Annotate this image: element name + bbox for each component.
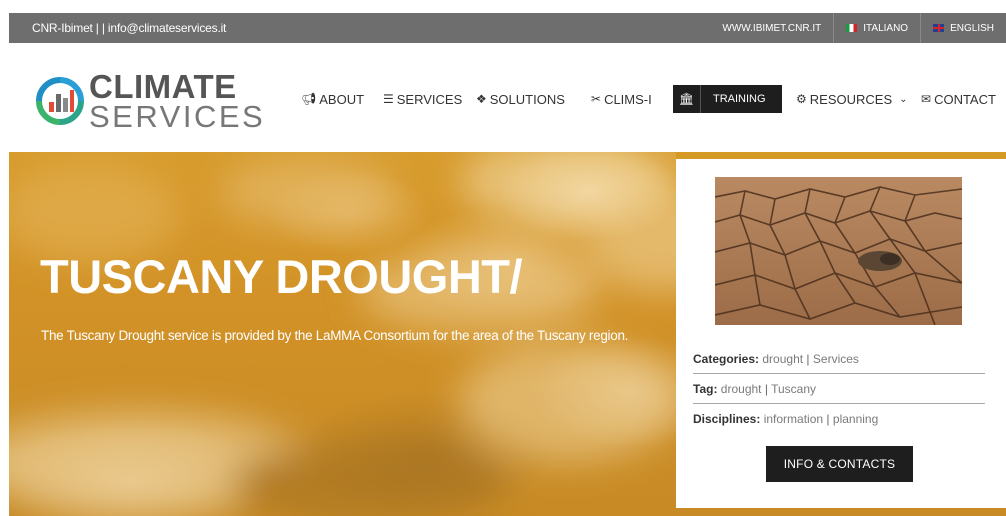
contact-info[interactable]: CNR-Ibimet | | info@climateservices.it (32, 13, 226, 43)
university-icon: 🏛︎ (673, 85, 701, 113)
tag-label: Tag: (693, 382, 718, 396)
nav-resources-label: RESOURCES (809, 91, 893, 107)
page-subtitle: The Tuscany Drought service is provided … (41, 328, 629, 343)
disciplines-label: Disciplines: (693, 412, 761, 426)
top-links: WWW.IBIMET.CNR.IT ITALIANO ENGLISH (710, 13, 1006, 43)
separator: | (826, 412, 830, 426)
nav-about[interactable]: 📢︎ ABOUT (301, 85, 364, 113)
language-english-label: ENGLISH (950, 22, 994, 34)
separator: | (764, 382, 768, 396)
tag-link-tuscany[interactable]: Tuscany (771, 382, 816, 396)
separator: | (806, 352, 810, 366)
categories-label: Categories: (693, 352, 760, 366)
gamepad-icon: ⚙ (796, 92, 807, 106)
tag-link-drought[interactable]: drought (721, 382, 762, 396)
discipline-link-information[interactable]: information (764, 412, 823, 426)
page-title: TUSCANY DROUGHT/ (40, 250, 523, 303)
service-info-card: Categories: drought | Services Tag: drou… (676, 152, 1006, 508)
main-nav: 📢︎ ABOUT ☰ SERVICES ❖ SOLUTIONS ✂ CLIMS-… (9, 85, 1006, 113)
ibimet-link[interactable]: WWW.IBIMET.CNR.IT (710, 13, 833, 43)
divider (693, 373, 985, 374)
discipline-link-planning[interactable]: planning (833, 412, 878, 426)
disciplines-row: Disciplines: information | planning (693, 412, 985, 426)
site-header: CLIMATE SERVICES 📢︎ ABOUT ☰ SERVICES ❖ S… (9, 43, 1006, 152)
nav-training-label: TRAINING (713, 93, 766, 105)
ibimet-link-label: WWW.IBIMET.CNR.IT (722, 22, 822, 34)
italy-flag-icon (846, 24, 858, 32)
nav-clims[interactable]: ✂ CLIMS-I (591, 85, 652, 113)
top-bar: CNR-Ibimet | | info@climateservices.it W… (9, 13, 1006, 43)
nav-resources[interactable]: ⚙ RESOURCES ⌄ (796, 85, 908, 113)
category-link-drought[interactable]: drought (762, 352, 803, 366)
megaphone-icon: 📢︎ (301, 92, 317, 106)
nav-services-label: SERVICES (396, 91, 463, 107)
language-english[interactable]: ENGLISH (920, 13, 1006, 43)
nav-contact[interactable]: ✉ CONTACT (921, 85, 996, 113)
nav-clims-label: CLIMS-I (604, 91, 652, 107)
drought-cracked-earth-image (715, 177, 962, 325)
nav-solutions-label: SOLUTIONS (489, 91, 565, 107)
envelope-icon: ✉ (921, 92, 932, 106)
categories-row: Categories: drought | Services (693, 352, 985, 366)
info-contacts-button[interactable]: INFO & CONTACTS (766, 446, 913, 482)
language-italian[interactable]: ITALIANO (833, 13, 920, 43)
nav-training[interactable]: 🏛︎ TRAINING (673, 85, 782, 113)
divider (693, 403, 985, 404)
language-italian-label: ITALIANO (863, 22, 909, 34)
category-link-services[interactable]: Services (813, 352, 859, 366)
chevron-down-icon: ⌄ (899, 93, 908, 105)
nav-contact-label: CONTACT (934, 91, 996, 107)
tags-row: Tag: drought | Tuscany (693, 382, 985, 396)
cubes-icon: ❖ (476, 92, 487, 106)
nav-solutions[interactable]: ❖ SOLUTIONS (476, 85, 565, 113)
nav-about-label: ABOUT (319, 91, 365, 107)
tools-icon: ✂ (591, 92, 602, 106)
uk-flag-icon (933, 24, 945, 32)
nav-services[interactable]: ☰ SERVICES (383, 85, 462, 113)
sliders-icon: ☰ (383, 92, 394, 106)
